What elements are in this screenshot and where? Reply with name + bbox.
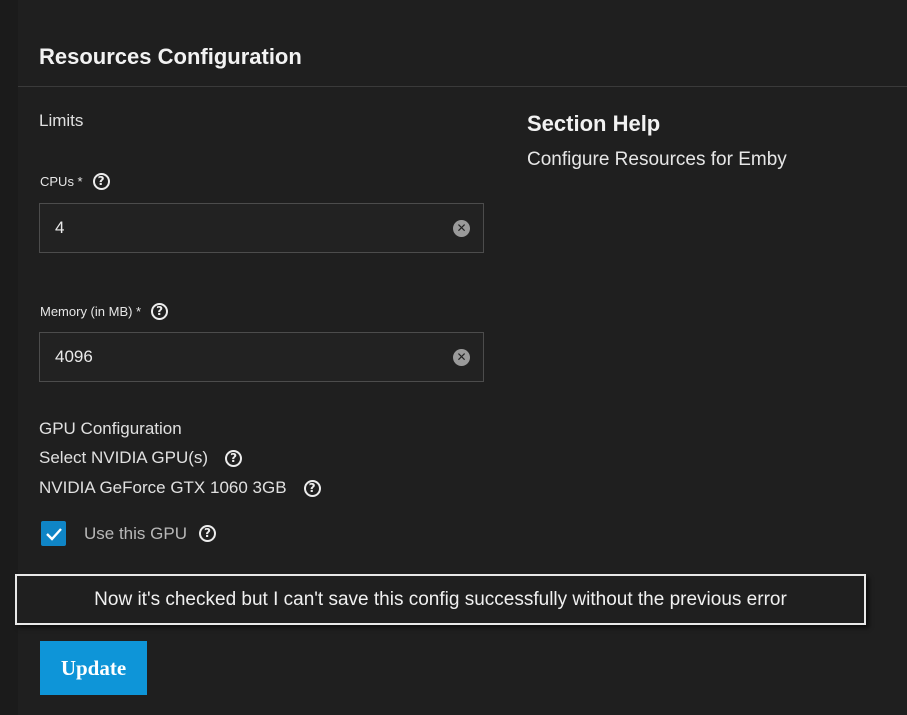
gpu-section-label: GPU Configuration	[39, 419, 182, 439]
memory-label-row: Memory (in MB) * ?	[40, 303, 169, 320]
cpus-label-row: CPUs * ?	[40, 173, 110, 190]
question-circle-icon[interactable]: ?	[151, 303, 169, 320]
question-circle-icon[interactable]: ?	[92, 173, 110, 190]
memory-label: Memory (in MB) *	[40, 304, 142, 319]
gpu-name-label: NVIDIA GeForce GTX 1060 3GB	[39, 478, 287, 497]
use-gpu-checkbox[interactable]	[41, 521, 66, 546]
resources-config-page: Resources Configuration Limits CPUs * ? …	[0, 0, 907, 715]
question-circle-icon[interactable]: ?	[225, 449, 243, 467]
clear-circle-icon[interactable]: ✕	[453, 219, 470, 237]
question-circle-icon[interactable]: ?	[303, 479, 321, 497]
gpu-config-label: GPU Configuration	[39, 419, 182, 438]
check-icon	[45, 527, 62, 541]
clear-circle-icon[interactable]: ✕	[453, 348, 470, 366]
question-circle-icon[interactable]: ?	[198, 525, 216, 542]
page-title: Resources Configuration	[39, 44, 302, 69]
section-help-text: Configure Resources for Emby	[527, 149, 787, 170]
gpu-name-row: NVIDIA GeForce GTX 1060 3GB ?	[39, 478, 321, 498]
limits-section-label: Limits	[39, 111, 84, 130]
cpus-label: CPUs *	[40, 174, 83, 189]
update-button[interactable]: Update	[40, 641, 147, 695]
use-gpu-label: Use this GPU	[84, 523, 187, 543]
cpus-input[interactable]	[53, 217, 453, 239]
annotation-callout: Now it's checked but I can't save this c…	[15, 574, 866, 625]
annotation-text: Now it's checked but I can't save this c…	[94, 588, 787, 610]
use-gpu-row: Use this GPU ?	[41, 521, 216, 546]
cpus-input-wrapper: ✕	[39, 203, 484, 253]
select-gpu-row: Select NVIDIA GPU(s) ?	[39, 448, 243, 468]
memory-input[interactable]	[53, 346, 453, 368]
memory-input-wrapper: ✕	[39, 332, 484, 382]
section-help-title: Section Help	[527, 111, 661, 136]
header-divider	[18, 86, 907, 87]
select-gpu-label: Select NVIDIA GPU(s)	[39, 448, 209, 467]
